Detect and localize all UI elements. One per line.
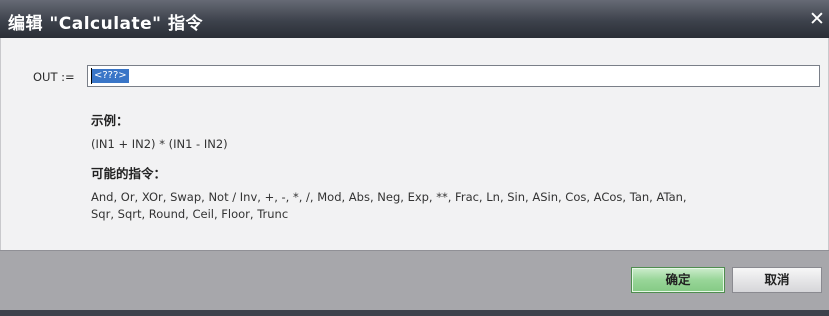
expression-input[interactable]: <???>: [87, 65, 820, 87]
dialog-titlebar[interactable]: 编辑 "Calculate" 指令 ✕: [0, 0, 829, 38]
dialog-body: OUT := <???> 示例： (IN1 + IN2) * (IN1 - IN…: [0, 38, 829, 250]
out-label: OUT :=: [33, 70, 75, 84]
dialog-title: 编辑 "Calculate" 指令: [8, 14, 203, 34]
instructions-line-1: And, Or, XOr, Swap, Not / Inv, +, -, *, …: [91, 190, 687, 204]
expression-value[interactable]: <???>: [92, 69, 129, 83]
dialog-footer: 确定 取消: [0, 250, 829, 316]
cancel-button[interactable]: 取消: [732, 267, 822, 293]
close-icon[interactable]: ✕: [807, 7, 827, 31]
calculate-dialog: 编辑 "Calculate" 指令 ✕ OUT := <???> 示例： (IN…: [0, 0, 829, 316]
example-text: (IN1 + IN2) * (IN1 - IN2): [91, 137, 228, 151]
instructions-line-2: Sqr, Sqrt, Round, Ceil, Floor, Trunc: [91, 207, 289, 221]
footer-divider: [0, 310, 829, 316]
ok-button[interactable]: 确定: [631, 267, 725, 293]
example-heading: 示例：: [91, 113, 129, 128]
instructions-heading: 可能的指令：: [91, 166, 167, 181]
